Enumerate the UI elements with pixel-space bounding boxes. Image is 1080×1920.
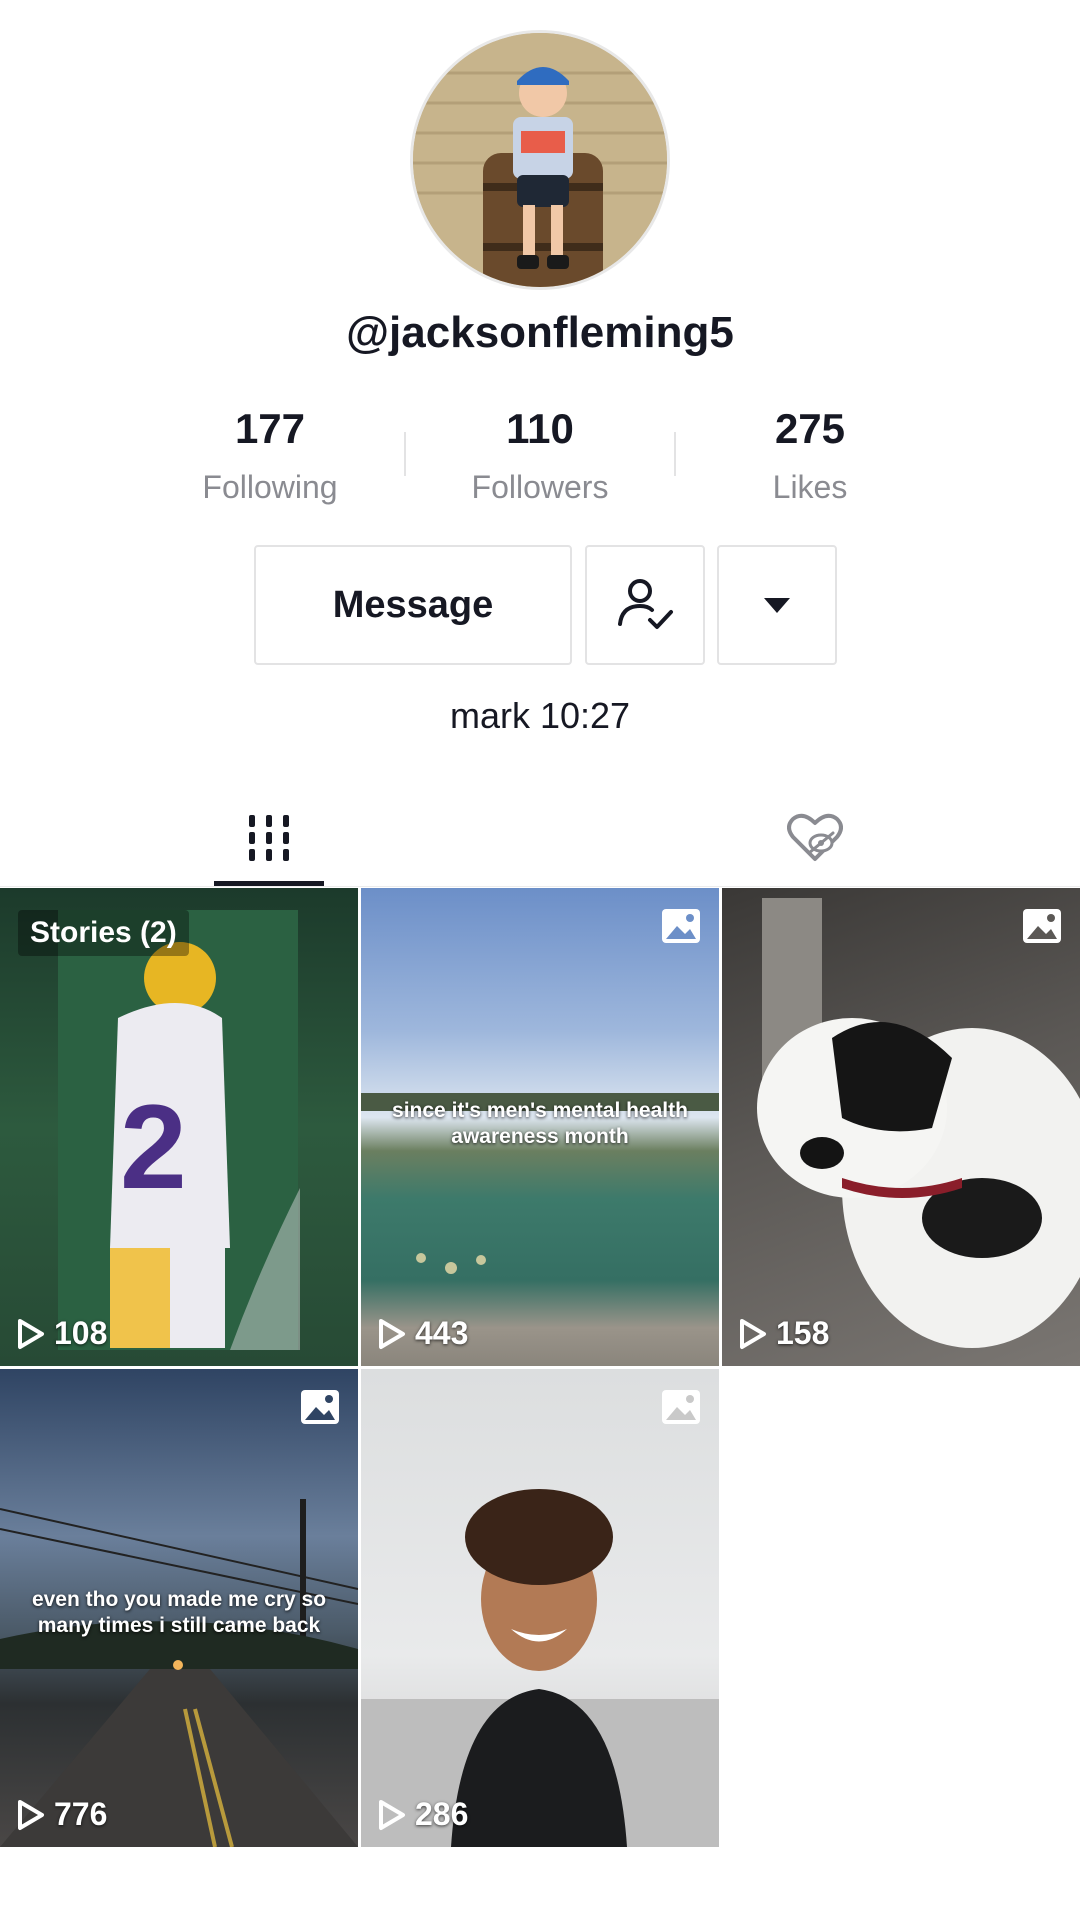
photo-icon bbox=[662, 909, 700, 943]
video-tile[interactable]: even tho you made me cry so many times i… bbox=[0, 1369, 358, 1847]
hidden-heart-icon bbox=[787, 813, 843, 861]
stats-row: 177 Following 110 Followers 275 Likes bbox=[0, 400, 1080, 510]
likes-label: Likes bbox=[772, 469, 848, 505]
more-options-button[interactable] bbox=[717, 545, 837, 665]
play-icon bbox=[18, 1799, 44, 1830]
play-icon bbox=[18, 1318, 44, 1349]
view-count: 286 bbox=[377, 1796, 468, 1833]
view-count: 776 bbox=[16, 1796, 107, 1833]
photo-icon bbox=[662, 1390, 700, 1424]
stories-label: Stories (2) bbox=[18, 910, 189, 956]
photo-icon bbox=[301, 1390, 339, 1424]
video-caption: even tho you made me cry so many times i… bbox=[31, 1588, 327, 1637]
profile-page: @jacksonfleming5 177 Following 110 Follo… bbox=[0, 0, 1080, 1920]
view-count-value: 776 bbox=[54, 1796, 108, 1832]
grid-icon bbox=[249, 815, 289, 861]
video-tile[interactable]: since it's men's mental health awareness… bbox=[361, 888, 719, 1366]
view-count: 108 bbox=[16, 1315, 107, 1352]
avatar[interactable] bbox=[410, 30, 670, 290]
photo-icon bbox=[1023, 909, 1061, 943]
avatar-image bbox=[413, 33, 667, 287]
tab-videos[interactable] bbox=[214, 790, 324, 886]
following-button[interactable] bbox=[585, 545, 705, 665]
followers-label: Followers bbox=[471, 469, 609, 505]
video-tile[interactable]: 158 bbox=[722, 888, 1080, 1366]
stat-divider bbox=[404, 432, 406, 476]
video-caption: since it's men's mental health awareness… bbox=[392, 1099, 688, 1148]
video-thumbnail bbox=[757, 898, 1080, 1348]
bio-text: mark 10:27 bbox=[449, 695, 631, 736]
following-count: 177 bbox=[234, 405, 306, 452]
video-tile[interactable]: 2 Stories (2) 108 bbox=[0, 888, 358, 1366]
video-thumbnail bbox=[361, 1489, 719, 1847]
video-tile[interactable]: 286 bbox=[361, 1369, 719, 1847]
likes-count: 275 bbox=[774, 405, 846, 452]
view-count: 443 bbox=[377, 1315, 468, 1352]
followers-count: 110 bbox=[506, 405, 574, 452]
play-icon bbox=[379, 1799, 405, 1830]
username: @jacksonfleming5 bbox=[346, 308, 734, 357]
person-check-icon bbox=[618, 579, 673, 629]
tab-liked[interactable] bbox=[760, 790, 870, 886]
stat-likes[interactable]: 275 Likes bbox=[675, 400, 945, 516]
view-count-value: 158 bbox=[776, 1315, 830, 1351]
caret-down-icon bbox=[764, 598, 790, 613]
video-thumbnail: 2 bbox=[58, 910, 300, 1350]
stat-divider bbox=[674, 432, 676, 476]
svg-text:2: 2 bbox=[120, 1080, 187, 1214]
stat-following[interactable]: 177 Following bbox=[135, 400, 405, 516]
view-count-value: 443 bbox=[415, 1315, 469, 1351]
play-icon bbox=[379, 1318, 405, 1349]
play-icon bbox=[740, 1318, 766, 1349]
following-label: Following bbox=[202, 469, 338, 505]
message-button[interactable]: Message bbox=[254, 545, 572, 665]
view-count: 158 bbox=[738, 1315, 829, 1352]
view-count-value: 108 bbox=[54, 1315, 108, 1351]
tab-bar-border bbox=[0, 886, 1080, 887]
view-count-value: 286 bbox=[415, 1796, 469, 1832]
stat-followers[interactable]: 110 Followers bbox=[405, 400, 675, 516]
